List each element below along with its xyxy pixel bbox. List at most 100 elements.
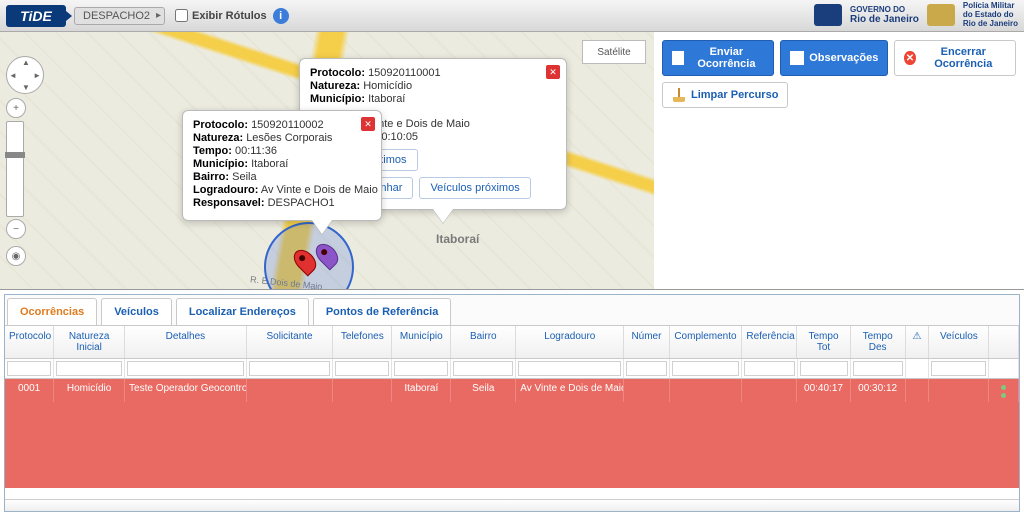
tab-pontos[interactable]: Pontos de Referência (313, 298, 451, 325)
map-pan-control[interactable]: ▲ ▼ ◄ ► (6, 56, 44, 94)
map-controls: ▲ ▼ ◄ ► + − ◉ (6, 56, 44, 267)
tab-ocorrencias[interactable]: Ocorrências (7, 298, 97, 325)
col-numero[interactable]: Númer (624, 326, 669, 358)
zoom-slider-knob[interactable] (5, 152, 25, 158)
close-icon[interactable]: ✕ (546, 65, 560, 79)
filter-protocolo[interactable] (7, 361, 51, 376)
grid-body[interactable]: 0001 Homicídio Teste Operador Geocontrol… (5, 379, 1019, 499)
show-labels-text: Exibir Rótulos (192, 10, 267, 22)
show-labels-checkbox[interactable] (175, 9, 188, 22)
col-bairro[interactable]: Bairro (451, 326, 516, 358)
table-row[interactable]: 0001 Homicídio Teste Operador Geocontrol… (5, 379, 1019, 402)
filter-solicitante[interactable] (249, 361, 331, 376)
action-dot-icon[interactable] (1001, 385, 1006, 390)
cell-protocolo: 0001 (5, 379, 54, 402)
logo-tide: TiDE (6, 5, 66, 27)
side-pane: Enviar Ocorrência Observações ✕ Encerrar… (654, 32, 1024, 289)
user-menu[interactable]: DESPACHO2 (74, 7, 165, 25)
gov-text: GOVERNO DO Rio de Janeiro (850, 6, 919, 26)
cell-natureza: Homicídio (54, 379, 125, 402)
col-actions (989, 326, 1019, 358)
cell-tempo-desp: 00:30:12 (851, 379, 906, 402)
grid-footer (5, 499, 1019, 511)
tab-localizar[interactable]: Localizar Endereços (176, 298, 309, 325)
col-tempo-total[interactable]: Tempo Tot (797, 326, 850, 358)
grid-filler (5, 402, 1019, 488)
pan-left-icon[interactable]: ◄ (9, 71, 17, 80)
bottom-panel: Ocorrências Veículos Localizar Endereços… (4, 294, 1020, 512)
cell-telefones (333, 379, 392, 402)
main-area: Itaboraí Av. Vinte e Dois de Maio R. E D… (0, 32, 1024, 290)
filter-logradouro[interactable] (518, 361, 621, 376)
cell-alert (906, 379, 930, 402)
streetview-button[interactable]: ◉ (6, 246, 26, 266)
cell-complemento (670, 379, 743, 402)
cell-bairro: Seila (451, 379, 516, 402)
filter-veiculos[interactable] (931, 361, 986, 376)
zoom-out-button[interactable]: − (6, 219, 26, 239)
col-detalhes[interactable]: Detalhes (125, 326, 247, 358)
callout-tail (433, 209, 453, 223)
filter-detalhes[interactable] (127, 361, 244, 376)
tab-veiculos[interactable]: Veículos (101, 298, 172, 325)
col-logradouro[interactable]: Logradouro (516, 326, 624, 358)
col-municipio[interactable]: Município (392, 326, 451, 358)
col-veiculos[interactable]: Veículos (929, 326, 989, 358)
crest-rj-icon (814, 4, 842, 26)
broom-icon (672, 88, 686, 102)
col-protocolo[interactable]: Protocolo (5, 326, 54, 358)
show-labels-toggle[interactable]: Exibir Rótulos (175, 9, 267, 22)
filter-municipio[interactable] (394, 361, 448, 376)
zoom-slider[interactable] (6, 121, 24, 217)
cell-logradouro: Av Vinte e Dois de Maio (516, 379, 624, 402)
limpar-percurso-button[interactable]: Limpar Percurso (662, 82, 788, 108)
filter-natureza[interactable] (56, 361, 122, 376)
pan-up-icon[interactable]: ▲ (22, 58, 30, 67)
crest-pm-icon (927, 4, 955, 26)
col-complemento[interactable]: Complemento (670, 326, 743, 358)
cell-solicitante (247, 379, 333, 402)
col-tempo-desp[interactable]: Tempo Des (851, 326, 906, 358)
info-icon[interactable]: i (273, 8, 289, 24)
grid-header: Protocolo Natureza Inicial Detalhes Soli… (5, 326, 1019, 359)
action-dot-icon[interactable] (1001, 393, 1006, 398)
col-natureza[interactable]: Natureza Inicial (54, 326, 125, 358)
tabs: Ocorrências Veículos Localizar Endereços… (5, 295, 1019, 326)
cell-numero (624, 379, 669, 402)
pm-text: Polícia Militar do Estado do Rio de Jane… (963, 2, 1018, 28)
close-icon[interactable]: ✕ (361, 117, 375, 131)
pan-right-icon[interactable]: ► (33, 71, 41, 80)
filter-complemento[interactable] (672, 361, 740, 376)
cell-municipio: Itaboraí (392, 379, 451, 402)
filter-referencia[interactable] (744, 361, 794, 376)
cell-actions[interactable] (989, 379, 1019, 402)
veiculos-proximos-button[interactable]: Veículos próximos (419, 177, 530, 199)
note-icon (790, 51, 804, 65)
encerrar-ocorrencia-button[interactable]: ✕ Encerrar Ocorrência (894, 40, 1016, 76)
filter-tempo-desp[interactable] (853, 361, 903, 376)
map-satellite-button[interactable]: Satélite (582, 40, 646, 64)
col-referencia[interactable]: Referência (742, 326, 797, 358)
cell-detalhes: Teste Operador Geocontrol (125, 379, 247, 402)
cell-referencia (742, 379, 797, 402)
x-circle-icon: ✕ (904, 51, 915, 65)
col-alert-icon[interactable]: ⚠ (906, 326, 930, 358)
cell-veiculos (929, 379, 989, 402)
filter-numero[interactable] (626, 361, 666, 376)
col-solicitante[interactable]: Solicitante (247, 326, 333, 358)
col-telefones[interactable]: Telefones (333, 326, 392, 358)
filter-tempo-total[interactable] (800, 361, 848, 376)
callout-occurrence-2: ✕ Protocolo: 150920110002 Natureza: Lesõ… (182, 110, 382, 221)
grid-filter-row (5, 359, 1019, 379)
map-place-label: Itaboraí (436, 232, 479, 246)
pan-down-icon[interactable]: ▼ (22, 83, 30, 92)
filter-telefones[interactable] (335, 361, 389, 376)
map-pane[interactable]: Itaboraí Av. Vinte e Dois de Maio R. E D… (0, 32, 654, 289)
filter-bairro[interactable] (453, 361, 513, 376)
app-header: TiDE DESPACHO2 Exibir Rótulos i GOVERNO … (0, 0, 1024, 32)
callout-tail (312, 220, 332, 234)
enviar-ocorrencia-button[interactable]: Enviar Ocorrência (662, 40, 774, 76)
observacoes-button[interactable]: Observações (780, 40, 888, 76)
zoom-in-button[interactable]: + (6, 98, 26, 118)
occurrences-grid: Protocolo Natureza Inicial Detalhes Soli… (5, 326, 1019, 499)
